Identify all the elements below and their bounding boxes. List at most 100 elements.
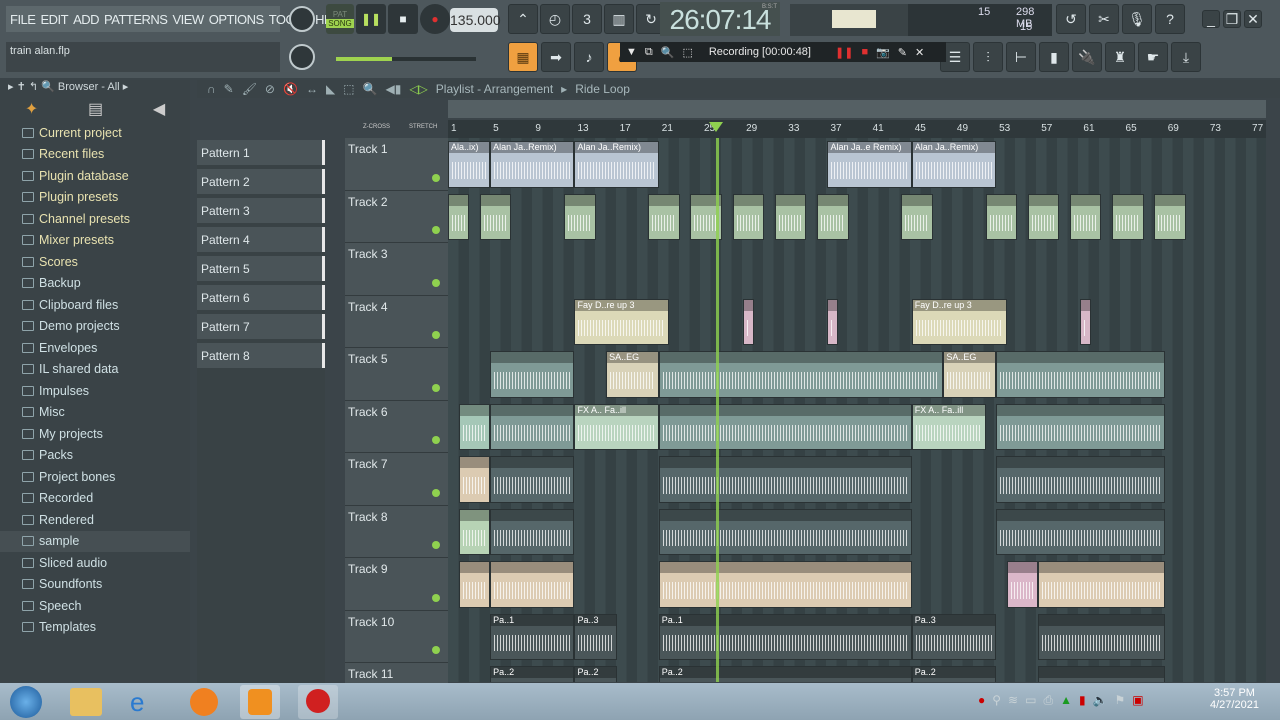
pattern-item[interactable]: Pattern 5 bbox=[197, 256, 325, 281]
clock[interactable]: 3:57 PM 4/27/2021 bbox=[1210, 687, 1259, 711]
browser-item[interactable]: Mixer presets bbox=[0, 230, 190, 252]
browser-item[interactable]: Scores bbox=[0, 251, 190, 273]
audio-clip[interactable] bbox=[648, 193, 680, 240]
track-header[interactable]: Track 2 bbox=[345, 190, 448, 243]
draw-icon[interactable]: ✎ bbox=[224, 82, 234, 96]
audio-clip[interactable] bbox=[658, 508, 912, 555]
browser-item[interactable]: Recent files bbox=[0, 144, 190, 166]
audio-clip[interactable] bbox=[996, 403, 1165, 450]
browser-item[interactable]: IL shared data bbox=[0, 359, 190, 381]
master-pitch-knob[interactable] bbox=[289, 44, 315, 70]
file-icon[interactable]: ▤ bbox=[88, 99, 103, 119]
printer-icon[interactable]: ⎙ bbox=[1043, 693, 1053, 708]
browser-item[interactable]: Clipboard files bbox=[0, 294, 190, 316]
undo-icon[interactable]: ↺ bbox=[1056, 4, 1086, 34]
track-enable-led[interactable] bbox=[432, 593, 440, 602]
paint-icon[interactable]: 🖌 bbox=[242, 82, 257, 96]
browser-item[interactable]: Plugin database bbox=[0, 165, 190, 187]
pat-song-toggle[interactable]: PAT SONG bbox=[326, 4, 354, 34]
fl-studio-taskbar-icon[interactable] bbox=[240, 685, 280, 719]
stop-button[interactable]: ■ bbox=[388, 4, 418, 34]
audio-clip[interactable] bbox=[458, 508, 491, 555]
audio-clip[interactable] bbox=[996, 508, 1165, 555]
region-icon[interactable]: ⬚ bbox=[682, 46, 692, 59]
menu-edit[interactable]: EDIT bbox=[40, 12, 68, 27]
audio-clip[interactable] bbox=[658, 561, 912, 608]
audio-clip[interactable]: Alan Ja..Remix) bbox=[911, 141, 997, 188]
typing-keyboard-icon[interactable]: ▦ bbox=[508, 42, 538, 72]
zoom-icon[interactable]: 🔍 bbox=[661, 46, 675, 59]
zcross-toggle[interactable]: Z-CROSS bbox=[363, 124, 390, 130]
metronome-icon[interactable]: ⌃ bbox=[508, 4, 538, 34]
track-header[interactable]: Track 10 bbox=[345, 610, 448, 663]
audio-clip[interactable]: Fay D..re up 3 bbox=[574, 298, 670, 345]
pattern-item[interactable]: Pattern 4 bbox=[197, 227, 325, 252]
audio-clip[interactable] bbox=[1112, 193, 1144, 240]
track-enable-led[interactable] bbox=[432, 436, 440, 444]
usb-icon[interactable]: ⚲ bbox=[992, 693, 1001, 708]
mute-icon[interactable]: 🔇 bbox=[283, 82, 298, 96]
plugin-icon[interactable]: 🔌 bbox=[1072, 42, 1102, 72]
close-icon[interactable]: ✕ bbox=[1244, 10, 1262, 28]
browser-item[interactable]: Channel presets bbox=[0, 208, 190, 230]
pause-recording-icon[interactable]: ❚❚ bbox=[835, 46, 853, 59]
track-header[interactable]: Track 4 bbox=[345, 295, 448, 348]
collapse-icon[interactable]: ◀ bbox=[153, 99, 165, 119]
audio-clip[interactable] bbox=[1038, 613, 1165, 660]
mixer-icon[interactable]: ⫶ bbox=[973, 42, 1003, 72]
audio-clip[interactable] bbox=[901, 193, 933, 240]
audio-clip[interactable]: Pa..3 bbox=[911, 613, 997, 660]
audio-clip[interactable] bbox=[479, 193, 512, 240]
pattern-item[interactable]: Pattern 6 bbox=[197, 285, 325, 310]
playhead-marker[interactable] bbox=[708, 122, 723, 132]
audio-clip[interactable]: Alan Ja..Remix) bbox=[574, 141, 659, 188]
track-header[interactable]: Track 8 bbox=[345, 505, 448, 558]
pattern-item[interactable]: Pattern 2 bbox=[197, 169, 325, 194]
track-enable-led[interactable] bbox=[432, 488, 440, 497]
maximize-icon[interactable]: ❐ bbox=[1223, 10, 1241, 28]
piano-roll-icon[interactable]: ♪ bbox=[574, 42, 604, 72]
audio-clip[interactable] bbox=[996, 456, 1165, 503]
explorer-icon[interactable] bbox=[70, 688, 102, 716]
browser-item[interactable]: Demo projects bbox=[0, 316, 190, 338]
volume-icon[interactable]: 🔈 bbox=[1093, 693, 1108, 708]
audio-clip[interactable] bbox=[448, 193, 470, 240]
menu-options[interactable]: OPTIONS bbox=[209, 12, 265, 27]
stretch-toggle[interactable]: STRETCH bbox=[409, 124, 437, 130]
track-enable-led[interactable] bbox=[432, 331, 440, 339]
master-volume-knob[interactable] bbox=[289, 6, 315, 32]
star-icon[interactable]: ✦ bbox=[25, 99, 38, 119]
audio-clip[interactable] bbox=[985, 193, 1018, 240]
audio-clip[interactable] bbox=[1038, 561, 1165, 608]
help-icon[interactable]: ? bbox=[1155, 4, 1185, 34]
pattern-item[interactable]: Pattern 3 bbox=[197, 198, 325, 223]
browser-item[interactable]: Soundfonts bbox=[0, 574, 190, 596]
pattern-item[interactable]: Pattern 8 bbox=[197, 343, 325, 368]
audio-clip[interactable]: FX A.. Fa..ill bbox=[574, 403, 659, 450]
browser-item[interactable]: Backup bbox=[0, 273, 190, 295]
record-tray-icon[interactable]: ● bbox=[978, 693, 985, 708]
audio-clip[interactable] bbox=[658, 351, 944, 398]
browser-item[interactable]: Project bones bbox=[0, 466, 190, 488]
browser-item[interactable]: My projects bbox=[0, 423, 190, 445]
browser-item[interactable]: Rendered bbox=[0, 509, 190, 531]
pattern-item[interactable]: Pattern 7 bbox=[197, 314, 325, 339]
tempo-tapper-icon[interactable]: ♜ bbox=[1105, 42, 1135, 72]
delete-icon[interactable]: ⊘ bbox=[265, 82, 275, 96]
browser-item[interactable]: sample bbox=[0, 530, 190, 552]
audio-clip[interactable] bbox=[774, 193, 807, 240]
audio-clip[interactable] bbox=[458, 561, 491, 608]
menu-patterns[interactable]: PATTERNS bbox=[104, 12, 168, 27]
browser-icon[interactable]: ▮ bbox=[1039, 42, 1069, 72]
window-icon[interactable]: ⧉ bbox=[645, 46, 653, 59]
channel-rack-icon[interactable]: ⊢ bbox=[1006, 42, 1036, 72]
audio-clip[interactable] bbox=[1038, 666, 1165, 682]
track-header[interactable]: Track 5 bbox=[345, 348, 448, 401]
slip-icon[interactable]: ↔ bbox=[306, 82, 318, 96]
audio-clip[interactable] bbox=[490, 508, 575, 555]
audio-clip[interactable]: Pa..2 bbox=[911, 666, 997, 682]
audio-clip[interactable] bbox=[816, 193, 849, 240]
audio-clip[interactable]: Pa..1 bbox=[658, 613, 912, 660]
tempo-display[interactable]: 135.000 bbox=[450, 8, 501, 32]
microphone-icon[interactable]: 🎙 bbox=[1122, 4, 1152, 34]
